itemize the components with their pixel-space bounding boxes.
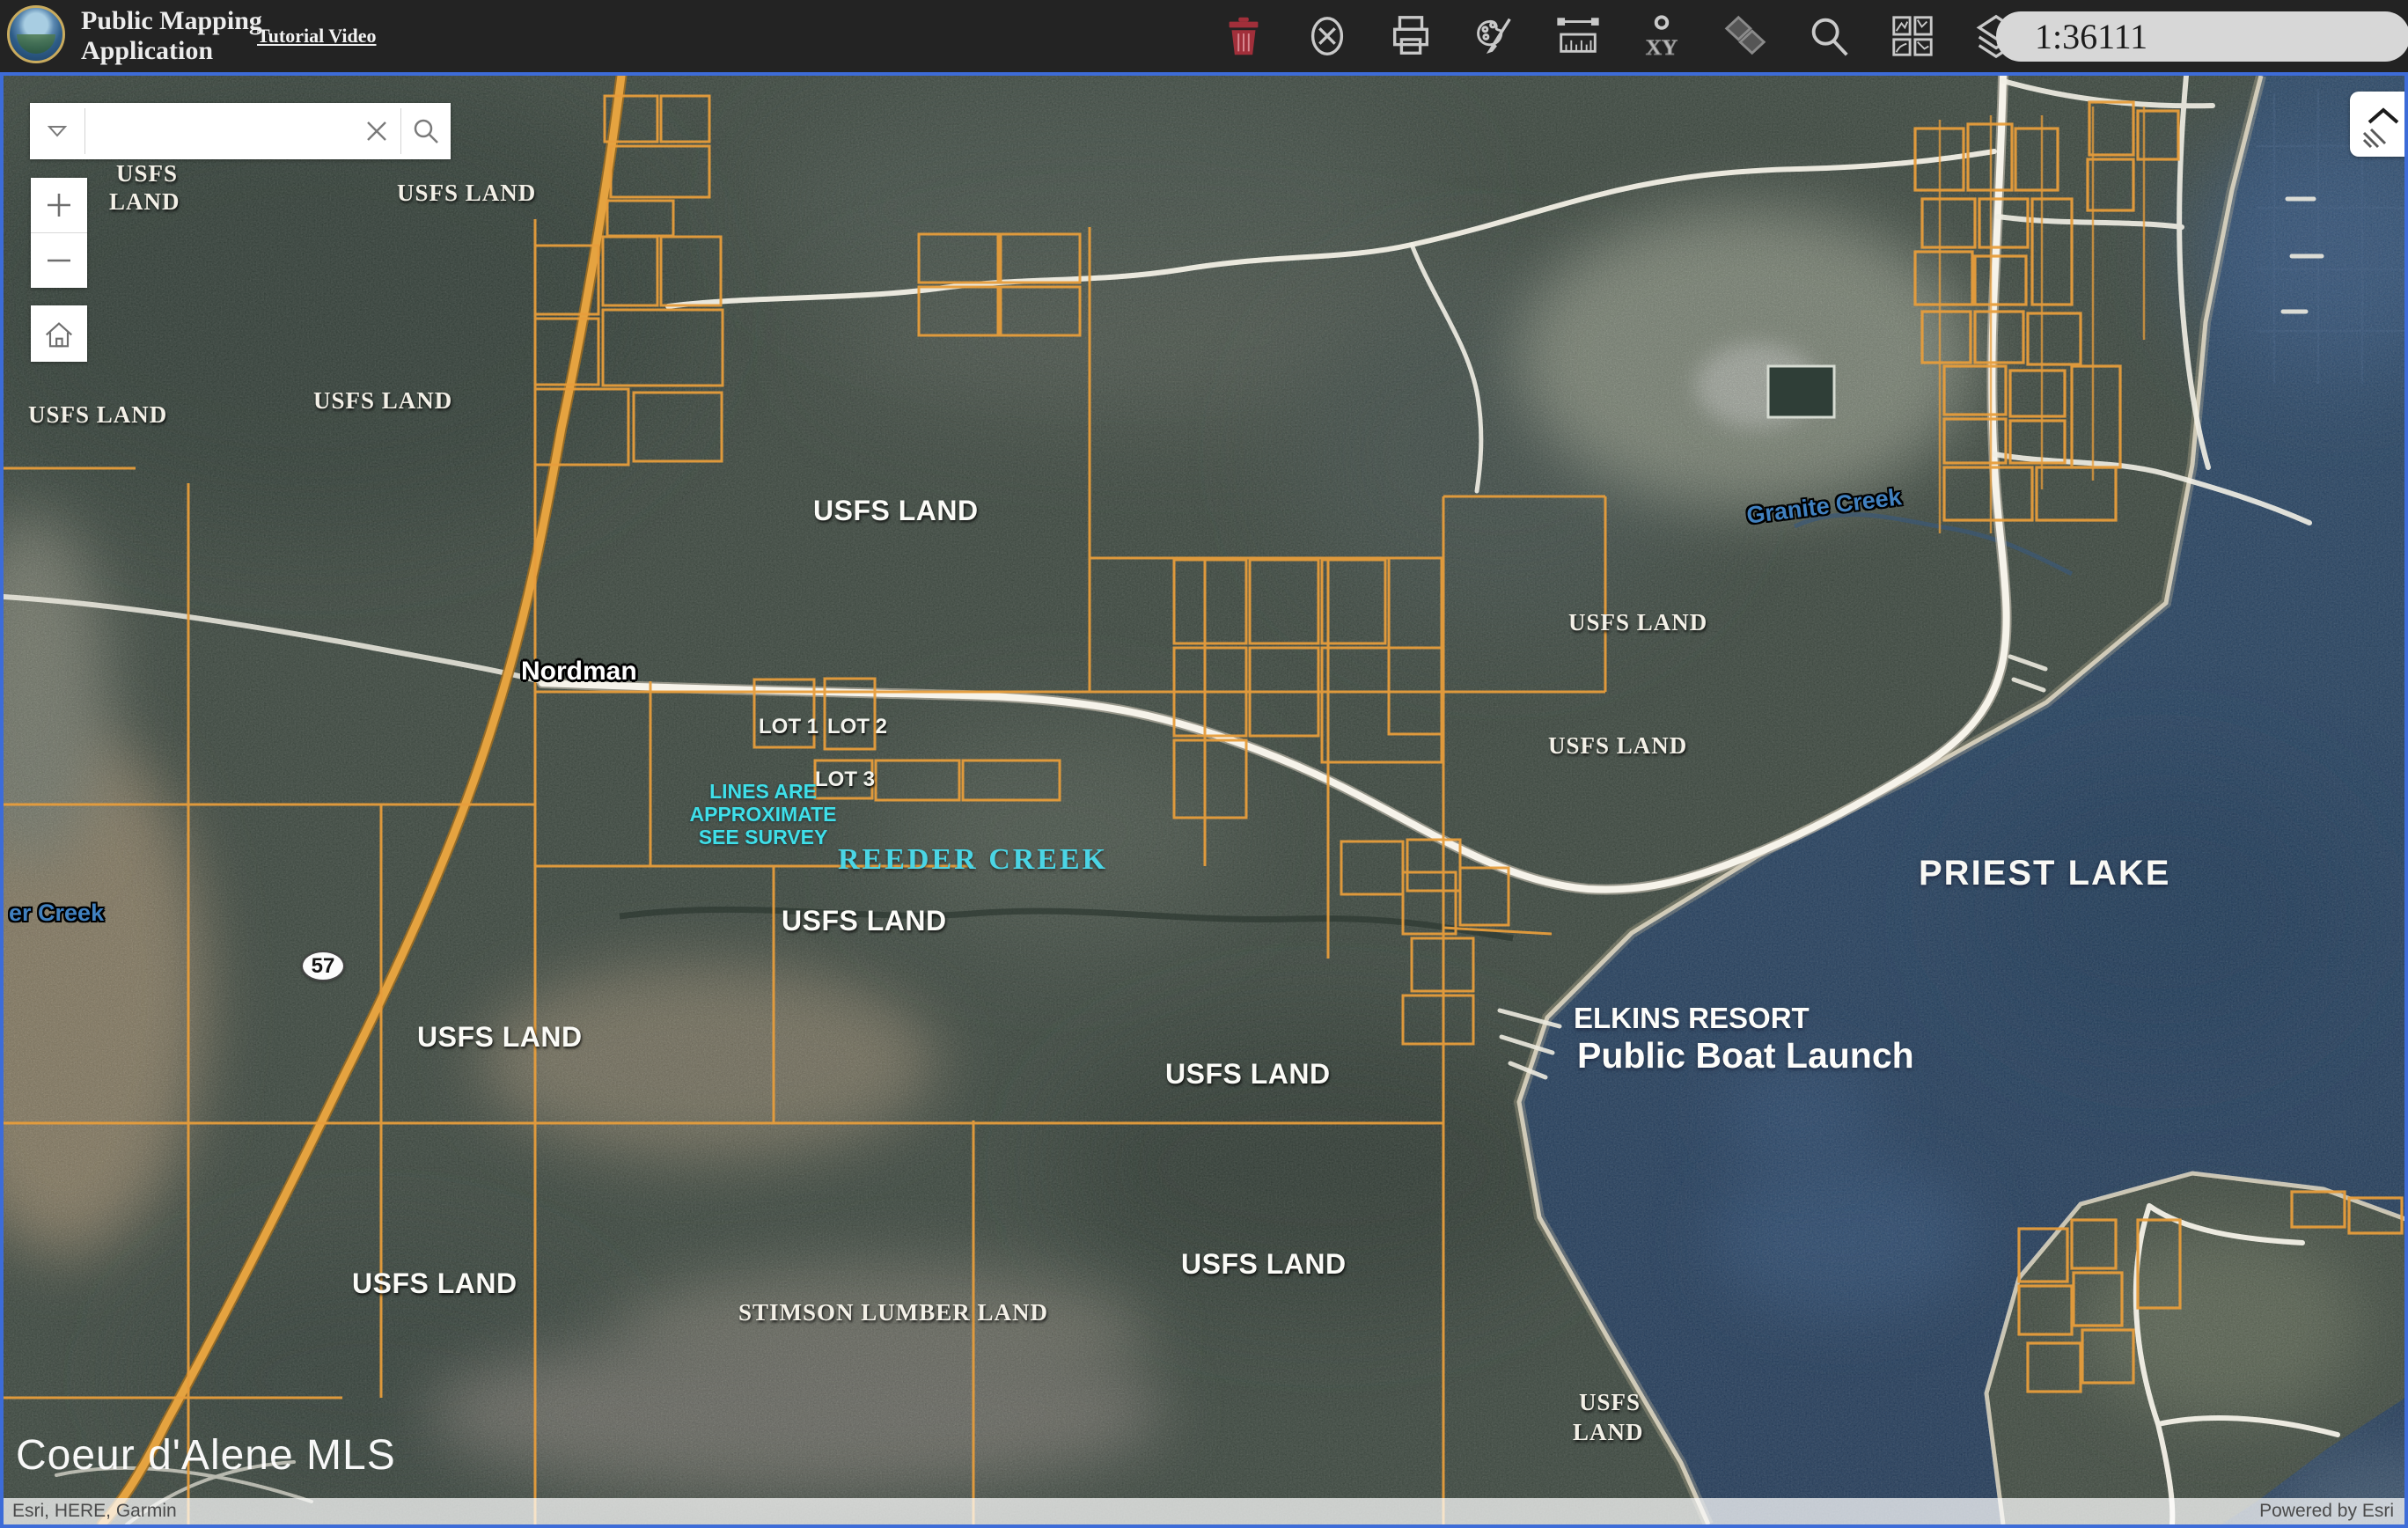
- app-title-line2: Application: [81, 36, 262, 66]
- chevron-up-icon: [2359, 99, 2408, 149]
- plus-icon: [46, 192, 72, 218]
- zoom-widget: [31, 178, 87, 288]
- map-canvas[interactable]: [4, 76, 2404, 1524]
- map-container[interactable]: 57 USFSLANDUSFS LANDUSFS LANDUSFS LANDUS…: [4, 76, 2404, 1524]
- tutorial-video-link[interactable]: Tutorial Video: [257, 25, 377, 48]
- attribution-sources: Esri, HERE, Garmin: [12, 1501, 177, 1522]
- county-seal-logo: [7, 5, 65, 63]
- close-icon: [365, 120, 388, 143]
- zoom-out-button[interactable]: [31, 233, 87, 288]
- scale-input[interactable]: [1996, 11, 2408, 62]
- home-button[interactable]: [31, 305, 87, 362]
- app-title: Public Mapping Application: [81, 6, 262, 66]
- attribution-bar: Esri, HERE, Garmin Powered by Esri: [4, 1498, 2404, 1524]
- home-icon: [41, 316, 77, 351]
- collapse-panel-button[interactable]: [2350, 92, 2408, 157]
- draw-icon[interactable]: [1469, 11, 1520, 62]
- search-icon: [413, 118, 439, 144]
- zoom-in-button[interactable]: [31, 178, 87, 232]
- search-submit-button[interactable]: [401, 103, 451, 159]
- powered-by-esri: Powered by Esri: [2259, 1501, 2394, 1522]
- select-icon: [1720, 11, 1771, 62]
- search-source-dropdown[interactable]: [30, 103, 84, 159]
- print-icon[interactable]: [1385, 11, 1436, 62]
- chevron-down-icon: [48, 125, 67, 137]
- app-header: Public Mapping Application Tutorial Vide…: [0, 0, 2408, 72]
- search-clear-button[interactable]: [353, 103, 400, 159]
- app-title-line1: Public Mapping: [81, 6, 262, 36]
- search-input[interactable]: [85, 103, 353, 159]
- minus-icon: [46, 247, 72, 274]
- map-search-widget: [30, 103, 451, 159]
- toolbar: XY: [1218, 0, 2022, 72]
- search-icon[interactable]: [1803, 11, 1854, 62]
- cancel-icon[interactable]: [1302, 11, 1353, 62]
- svg-text:XY: XY: [1646, 36, 1678, 60]
- trash-icon[interactable]: [1218, 11, 1269, 62]
- xy-coordinates-icon[interactable]: XY: [1636, 11, 1687, 62]
- map-frame: 57 USFSLANDUSFS LANDUSFS LANDUSFS LANDUS…: [0, 72, 2408, 1528]
- basemap-gallery-icon[interactable]: [1887, 11, 1938, 62]
- measure-icon[interactable]: [1553, 11, 1604, 62]
